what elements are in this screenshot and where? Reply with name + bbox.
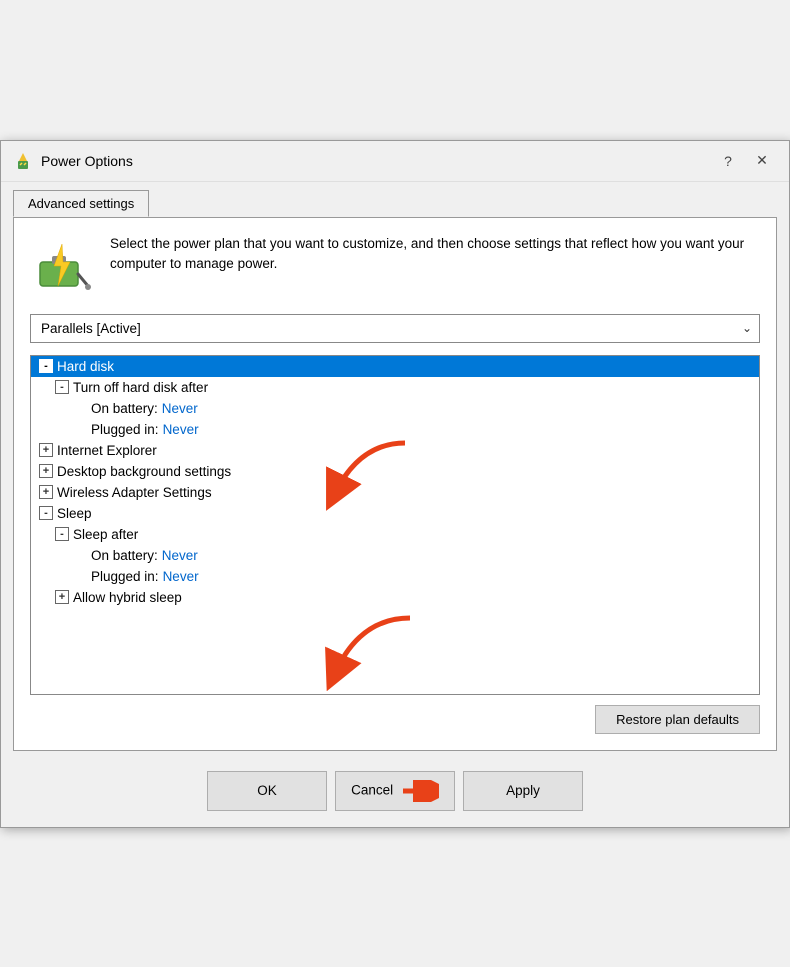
help-button[interactable]: ?	[713, 149, 743, 173]
battery-icon	[30, 234, 94, 298]
restore-row: Restore plan defaults	[30, 705, 760, 734]
tree-item-value[interactable]: Never	[163, 422, 199, 437]
tree-item-allow-hybrid-sleep[interactable]: + Allow hybrid sleep	[31, 587, 759, 608]
bottom-bar: OK Cancel Apply	[1, 761, 789, 827]
tree-item-label: Hard disk	[57, 359, 114, 374]
title-bar: Power Options ? ✕	[1, 141, 789, 182]
apply-button[interactable]: Apply	[463, 771, 583, 811]
collapse-icon[interactable]: -	[55, 527, 69, 541]
plan-dropdown-wrapper: Parallels [Active] ⌄	[30, 314, 760, 343]
tree-view[interactable]: -Hard disk-Turn off hard disk afterOn ba…	[30, 355, 760, 695]
tree-item-label: Desktop background settings	[57, 464, 231, 479]
tree-item-plugged-in-sleep[interactable]: Plugged in: Never	[31, 566, 759, 587]
tree-item-internet-explorer[interactable]: + Internet Explorer	[31, 440, 759, 461]
power-options-dialog: Power Options ? ✕ Advanced settings	[0, 140, 790, 828]
tree-item-label: Internet Explorer	[57, 443, 157, 458]
tab-advanced-settings[interactable]: Advanced settings	[13, 190, 149, 217]
tree-item-label: Plugged in:	[91, 569, 159, 584]
expand-icon[interactable]: +	[39, 464, 53, 478]
tree-item-value[interactable]: Never	[163, 569, 199, 584]
tree-item-label: Allow hybrid sleep	[73, 590, 182, 605]
tree-item-sleep-after[interactable]: -Sleep after	[31, 524, 759, 545]
tree-container: -Hard disk-Turn off hard disk afterOn ba…	[30, 355, 760, 695]
expand-icon[interactable]: +	[39, 485, 53, 499]
tree-item-label: Wireless Adapter Settings	[57, 485, 212, 500]
tree-item-label: On battery:	[91, 548, 158, 563]
power-options-icon	[13, 151, 33, 171]
cancel-button[interactable]: Cancel	[335, 771, 455, 811]
restore-plan-defaults-button[interactable]: Restore plan defaults	[595, 705, 760, 734]
ok-button[interactable]: OK	[207, 771, 327, 811]
close-button[interactable]: ✕	[747, 149, 777, 173]
title-bar-left: Power Options	[13, 151, 133, 171]
tree-item-turn-off-hard-disk[interactable]: -Turn off hard disk after	[31, 377, 759, 398]
tree-item-desktop-background[interactable]: + Desktop background settings	[31, 461, 759, 482]
tree-item-on-battery-sleep[interactable]: On battery: Never	[31, 545, 759, 566]
expand-icon[interactable]: +	[39, 443, 53, 457]
title-bar-controls: ? ✕	[713, 149, 777, 173]
tree-item-value[interactable]: Never	[162, 548, 198, 563]
collapse-icon[interactable]: -	[39, 359, 53, 373]
tree-item-label: Sleep after	[73, 527, 138, 542]
tree-item-hard-disk[interactable]: -Hard disk	[31, 356, 759, 377]
main-content: Select the power plan that you want to c…	[13, 217, 777, 751]
tree-item-label: On battery:	[91, 401, 158, 416]
expand-icon[interactable]: +	[55, 590, 69, 604]
plan-dropdown[interactable]: Parallels [Active]	[30, 314, 760, 343]
tree-item-label: Sleep	[57, 506, 92, 521]
collapse-icon[interactable]: -	[39, 506, 53, 520]
tree-item-value[interactable]: Never	[162, 401, 198, 416]
cancel-arrow-icon	[401, 780, 439, 802]
collapse-icon[interactable]: -	[55, 380, 69, 394]
window-title: Power Options	[41, 153, 133, 169]
tree-item-on-battery-hard[interactable]: On battery: Never	[31, 398, 759, 419]
description-row: Select the power plan that you want to c…	[30, 234, 760, 298]
tree-item-plugged-in-hard[interactable]: Plugged in: Never	[31, 419, 759, 440]
description-text: Select the power plan that you want to c…	[110, 234, 760, 275]
tab-strip: Advanced settings	[1, 182, 789, 217]
tree-item-sleep[interactable]: -Sleep	[31, 503, 759, 524]
tree-item-label: Turn off hard disk after	[73, 380, 208, 395]
tree-item-wireless-adapter[interactable]: + Wireless Adapter Settings	[31, 482, 759, 503]
tree-item-label: Plugged in:	[91, 422, 159, 437]
